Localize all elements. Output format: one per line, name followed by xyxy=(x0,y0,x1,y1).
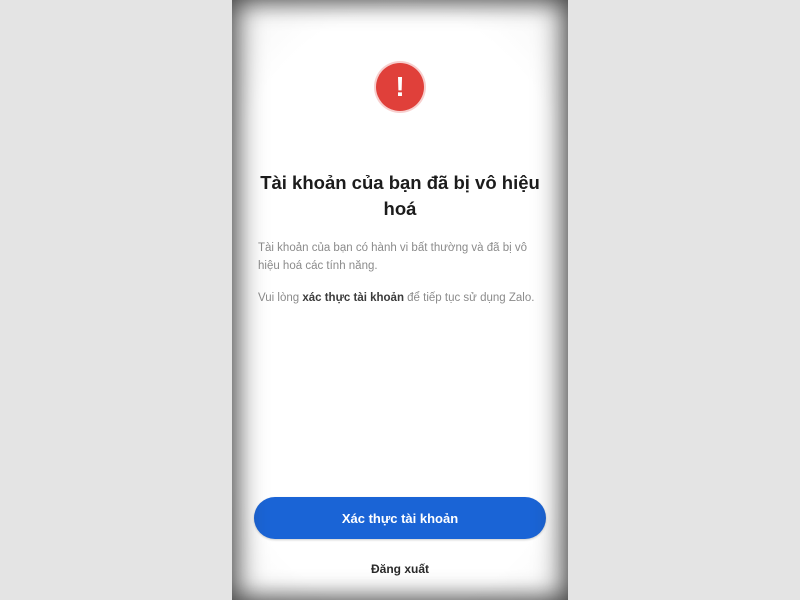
dialog-instruction: Vui lòng xác thực tài khoản để tiếp tục … xyxy=(258,290,546,308)
logout-link[interactable]: Đăng xuất xyxy=(232,562,568,576)
instruction-prefix: Vui lòng xyxy=(258,292,303,304)
exclamation-glyph: ! xyxy=(395,71,405,102)
phone-screen: ! Tài khoản của bạn đã bị vô hiệu hoá Tà… xyxy=(232,0,568,600)
exclamation-icon: ! xyxy=(376,63,424,111)
instruction-emphasis: xác thực tài khoản xyxy=(302,292,404,304)
dialog-description: Tài khoản của bạn có hành vi bất thường … xyxy=(258,242,528,272)
instruction-suffix: để tiếp tục sử dụng Zalo. xyxy=(403,292,535,304)
dialog-title: Tài khoản của bạn đã bị vô hiệu hoá xyxy=(260,172,540,219)
page: ! Tài khoản của bạn đã bị vô hiệu hoá Tà… xyxy=(0,0,800,600)
verify-account-button[interactable]: Xác thực tài khoản xyxy=(254,497,546,539)
